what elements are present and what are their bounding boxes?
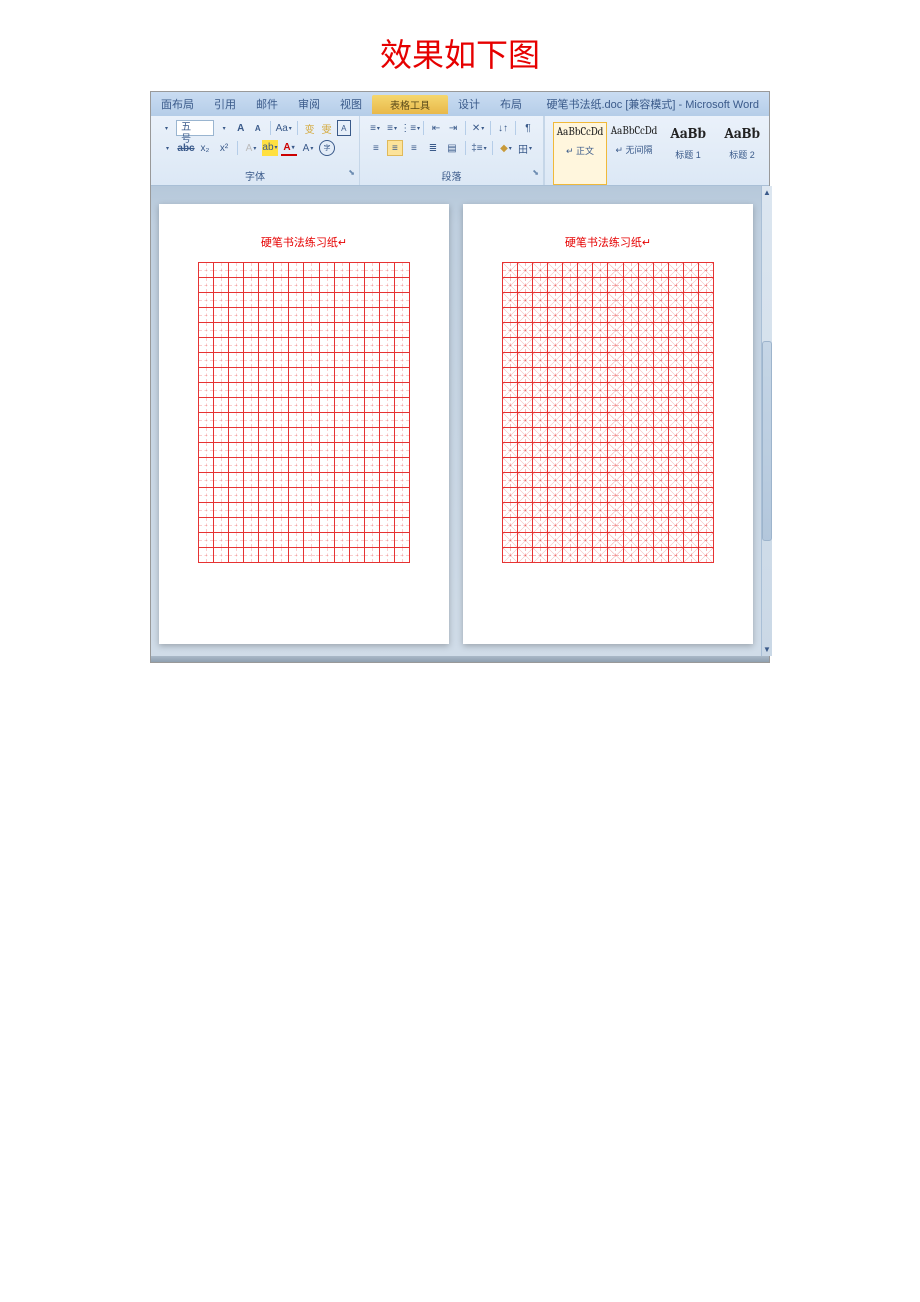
- separator: [270, 121, 271, 135]
- show-hide-icon[interactable]: ¶: [521, 120, 535, 136]
- tab-references[interactable]: 引用: [204, 92, 246, 116]
- separator: [465, 141, 466, 155]
- font-dialog-launcher-icon[interactable]: ⬊: [348, 168, 355, 177]
- numbering-icon[interactable]: ≡: [385, 120, 399, 136]
- align-justify-icon[interactable]: ≣: [425, 140, 441, 156]
- tab-review[interactable]: 审阅: [288, 92, 330, 116]
- vertical-scrollbar[interactable]: ▲ ▼: [761, 186, 772, 656]
- subscript-icon[interactable]: x₂: [197, 140, 213, 156]
- page-right: 硬笔书法练习纸↵: [463, 204, 753, 644]
- practice-title-right: 硬笔书法练习纸↵: [481, 234, 735, 250]
- style-preview: AaBbCcDd: [609, 124, 659, 137]
- tab-mailings[interactable]: 邮件: [246, 92, 288, 116]
- ribbon-tabs: 面布局 引用 邮件 审阅 视图 表格工具 设计 布局 硬笔书法纸.doc [兼容…: [151, 92, 769, 116]
- font-size-select[interactable]: 五号: [176, 120, 214, 136]
- multilevel-icon[interactable]: ⋮≡: [402, 120, 418, 136]
- page-left: 硬笔书法练习纸↵: [159, 204, 449, 644]
- style-name: ↵ 正文: [556, 144, 604, 157]
- char-shading-icon[interactable]: A: [300, 140, 316, 156]
- indent-icon[interactable]: ⇥: [446, 120, 460, 136]
- highlight-icon[interactable]: ab: [262, 140, 278, 156]
- para-dialog-launcher-icon[interactable]: ⬊: [532, 168, 539, 177]
- practice-grid-plain: [198, 262, 410, 563]
- font-family-dropdown[interactable]: [159, 120, 173, 136]
- align-center-icon[interactable]: ≡: [387, 140, 403, 156]
- text-effect-icon[interactable]: A: [243, 140, 259, 156]
- word-window: 面布局 引用 邮件 审阅 视图 表格工具 设计 布局 硬笔书法纸.doc [兼容…: [150, 91, 770, 663]
- bullets-icon[interactable]: ≡: [368, 120, 382, 136]
- styles-gallery: AaBbCcDd ↵ 正文 AaBbCcDd ↵ 无间隔 AaBb 标题 1 A…: [544, 116, 769, 185]
- outdent-icon[interactable]: ⇤: [429, 120, 443, 136]
- style-nospacing[interactable]: AaBbCcDd ↵ 无间隔: [607, 122, 661, 185]
- page-heading: 效果如下图: [0, 0, 920, 86]
- style-name: 标题 2: [717, 148, 767, 161]
- separator: [237, 141, 238, 155]
- borders-icon[interactable]: 田: [517, 140, 533, 156]
- scroll-up-icon[interactable]: ▲: [763, 188, 771, 197]
- font-group-label: 字体 ⬊: [159, 168, 351, 183]
- tab-pagelayout[interactable]: 面布局: [151, 92, 204, 116]
- practice-grid-mizi: [502, 262, 714, 563]
- style-name: ↵ 无间隔: [609, 143, 659, 156]
- tab-view[interactable]: 视图: [330, 92, 372, 116]
- align-distribute-icon[interactable]: ▤: [444, 140, 460, 156]
- style-heading2[interactable]: AaBb 标题 2: [715, 122, 769, 185]
- style-preview: AaBbCcDd: [556, 125, 604, 138]
- font-color-icon[interactable]: A: [281, 140, 297, 156]
- paragraph-group: ≡ ≡ ⋮≡ ⇤ ⇥ ✕ ↓↑ ¶ ≡ ≡ ≡ ≣: [360, 116, 544, 185]
- style-heading1[interactable]: AaBb 标题 1: [661, 122, 715, 185]
- ribbon-body: 五号 A A Aa 变 雯 A abc x₂ x² A: [151, 116, 769, 186]
- align-right-icon[interactable]: ≡: [406, 140, 422, 156]
- document-title: 硬笔书法纸.doc [兼容模式] - Microsoft Word: [547, 96, 760, 112]
- phonetic-icon[interactable]: 变: [303, 120, 317, 136]
- superscript-icon[interactable]: x²: [216, 140, 232, 156]
- style-preview: AaBb: [663, 124, 713, 142]
- scroll-down-icon[interactable]: ▼: [763, 645, 771, 654]
- line-spacing-icon[interactable]: ‡≡: [471, 140, 487, 156]
- asian-layout-icon[interactable]: ✕: [471, 120, 485, 136]
- change-case-icon[interactable]: Aa: [276, 120, 292, 136]
- scroll-thumb[interactable]: [762, 341, 772, 541]
- para-group-label: 段落 ⬊: [368, 168, 535, 183]
- tab-design[interactable]: 设计: [448, 92, 490, 116]
- align-left-icon[interactable]: ≡: [368, 140, 384, 156]
- table-tools-context: 表格工具: [372, 95, 448, 114]
- style-normal[interactable]: AaBbCcDd ↵ 正文: [553, 122, 607, 185]
- grow-font-icon[interactable]: A: [234, 120, 248, 136]
- shading-icon[interactable]: ◆: [498, 140, 514, 156]
- font-group: 五号 A A Aa 变 雯 A abc x₂ x² A: [151, 116, 360, 185]
- practice-title-left: 硬笔书法练习纸↵: [177, 234, 431, 250]
- tab-layout[interactable]: 布局: [490, 92, 532, 116]
- separator: [423, 121, 424, 135]
- char-border-icon[interactable]: A: [337, 120, 351, 136]
- separator: [297, 121, 298, 135]
- convert-icon[interactable]: 雯: [320, 120, 334, 136]
- style-name: 标题 1: [663, 148, 713, 161]
- enclose-char-icon[interactable]: 字: [319, 140, 335, 156]
- font-size-dropdown[interactable]: [217, 120, 231, 136]
- document-area[interactable]: 硬笔书法练习纸↵ 硬笔书法练习纸↵: [151, 186, 761, 656]
- style-preview: AaBb: [717, 124, 767, 142]
- separator: [490, 121, 491, 135]
- sort-icon[interactable]: ↓↑: [496, 120, 510, 136]
- separator: [515, 121, 516, 135]
- font-dropdown-icon[interactable]: [159, 140, 175, 156]
- context-label: 表格工具: [372, 95, 448, 114]
- separator: [492, 141, 493, 155]
- status-bar: [151, 656, 769, 662]
- shrink-font-icon[interactable]: A: [251, 120, 265, 136]
- separator: [465, 121, 466, 135]
